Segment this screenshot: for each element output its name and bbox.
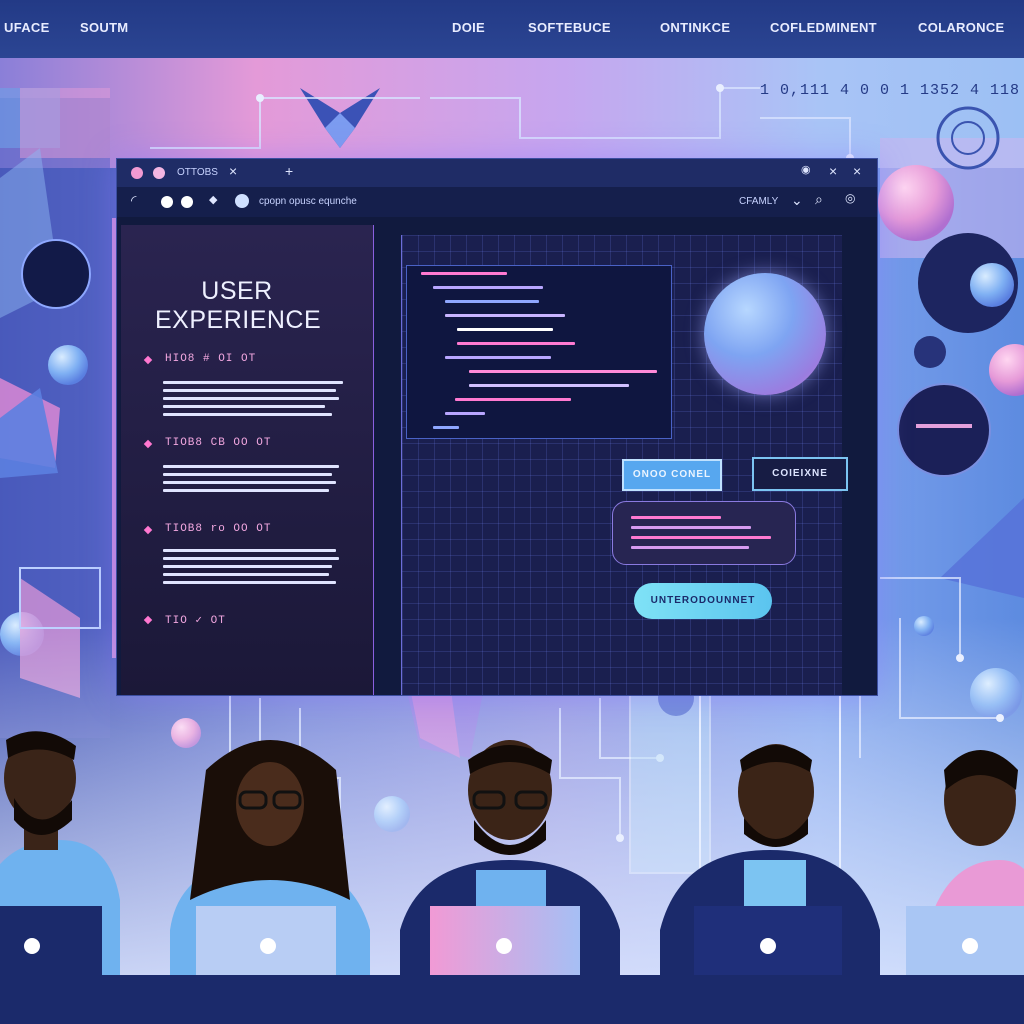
extension-icon[interactable]: ◎	[845, 191, 855, 205]
nav-item-doie[interactable]: DOIE	[452, 20, 485, 35]
nav-item-colaronce[interactable]: COLARONCE	[918, 20, 1004, 35]
code-editor-panel	[406, 265, 672, 439]
settings-icon[interactable]: ◉	[801, 163, 811, 176]
section-heading-4: TIO ✓ OT	[165, 615, 226, 627]
section-heading-1: HIO8 # OI OT	[165, 353, 257, 365]
footer-band	[0, 975, 1024, 1024]
nav-dot-2[interactable]	[181, 196, 193, 208]
nav-item-soutm[interactable]: SOUTM	[80, 20, 128, 35]
nav-item-ontinkce[interactable]: ONTINKCE	[660, 20, 730, 35]
browser-toolbar: ◜ ◆ cpopn opusc equnche CFAMLY ⌄ ⌕ ◎	[117, 187, 877, 217]
primary-button[interactable]: ONOO CONEL	[622, 459, 722, 491]
nav-item-softebuce[interactable]: SOFTEBUCE	[528, 20, 611, 35]
back-icon[interactable]: ◜	[131, 192, 136, 209]
section-heading-3: TIOB8 ro OO OT	[165, 523, 272, 535]
tab-label[interactable]: OTTOBS	[177, 167, 218, 178]
nav-item-cofledminent[interactable]: COFLEDMINENT	[770, 20, 877, 35]
window-titlebar: OTTOBS × + ◉ × ×	[117, 159, 877, 187]
laptop-1	[0, 906, 102, 986]
section-bullet	[143, 525, 153, 535]
section-heading-2: TIOB8 CB OO OT	[165, 437, 272, 449]
illustration-stage: UFACE SOUTM DOIE SOFTEBUCE ONTINKCE COFL…	[0, 0, 1024, 1024]
user-experience-panel: USER EXPERIENCE HIO8 # OI OT TIOB8 CB OO…	[121, 225, 374, 695]
nav-dot-1[interactable]	[161, 196, 173, 208]
section-paragraph-3	[163, 549, 343, 589]
section-paragraph-2	[163, 465, 343, 497]
new-tab-icon[interactable]: +	[285, 163, 293, 179]
section-bullet	[143, 439, 153, 449]
call-to-action-button[interactable]: UNTERODOUNNET	[634, 583, 772, 619]
forward-icon[interactable]: ◆	[209, 193, 217, 206]
panel-title: USER EXPERIENCE	[155, 277, 322, 334]
window-close-icon[interactable]: ×	[829, 163, 837, 179]
window-close-dot[interactable]	[131, 167, 143, 179]
secondary-button[interactable]: COIEIXNE	[752, 457, 848, 491]
3d-sphere-preview	[704, 273, 826, 395]
tab-close-icon[interactable]: ×	[229, 163, 237, 179]
section-paragraph-1	[163, 381, 343, 421]
app-window: OTTOBS × + ◉ × × ◜ ◆ cpopn opusc equnche…	[116, 158, 878, 696]
top-navigation: UFACE SOUTM DOIE SOFTEBUCE ONTINKCE COFL…	[0, 0, 1024, 58]
design-workspace: ONOO CONEL COIEIXNE UNTERODOUNNET	[401, 235, 848, 695]
profile-label[interactable]: CFAMLY	[739, 196, 778, 207]
window-minimize-dot[interactable]	[153, 167, 165, 179]
message-bubble	[612, 501, 796, 565]
address-bar[interactable]: cpopn opusc equnche	[259, 196, 357, 207]
window-close-icon-2[interactable]: ×	[853, 163, 861, 179]
section-bullet	[143, 615, 153, 625]
search-icon[interactable]: ⌕	[815, 191, 823, 208]
section-bullet	[143, 355, 153, 365]
site-icon	[235, 194, 249, 208]
nav-item-uface[interactable]: UFACE	[4, 20, 50, 35]
menu-icon[interactable]: ⌄	[791, 192, 803, 209]
